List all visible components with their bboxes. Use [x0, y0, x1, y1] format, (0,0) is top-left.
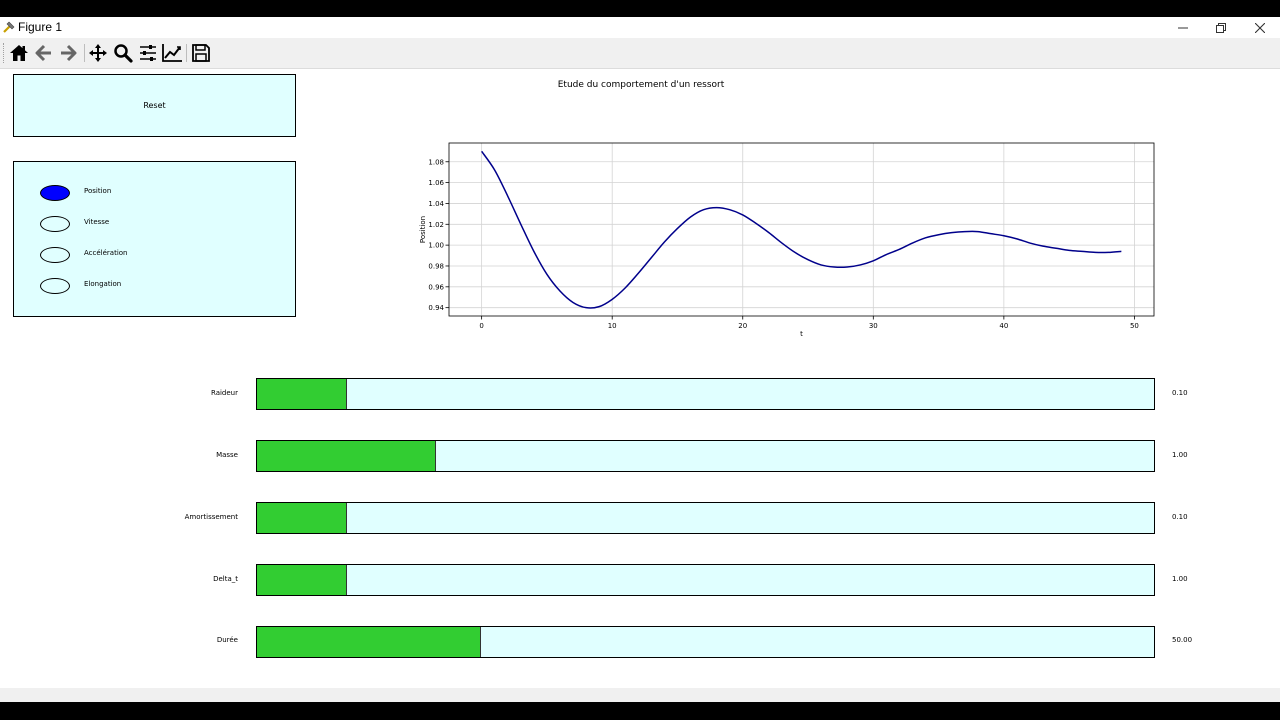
y-tick-label: 1.08 — [428, 158, 444, 166]
duree-slider[interactable] — [256, 626, 1155, 658]
home-button[interactable] — [8, 42, 30, 64]
line-chart-icon — [162, 44, 182, 62]
save-icon — [192, 44, 210, 62]
y-tick-label: 0.94 — [428, 304, 444, 312]
y-tick-label: 0.96 — [428, 283, 444, 291]
toolbar-separator — [186, 44, 187, 62]
x-tick-label: 40 — [999, 322, 1008, 330]
zoom-icon — [114, 44, 133, 63]
navigation-toolbar — [0, 38, 1280, 69]
restore-icon — [1216, 22, 1226, 33]
duree-value: 50.00 — [1172, 636, 1193, 644]
amortissement-slider-fill — [257, 503, 347, 533]
window-title: Figure 1 — [18, 20, 63, 34]
x-tick-label: 50 — [1130, 322, 1139, 330]
home-icon — [10, 45, 28, 61]
y-tick-label: 1.06 — [428, 179, 444, 187]
close-icon — [1255, 22, 1265, 33]
configure-subplots-button[interactable] — [137, 42, 159, 64]
save-button[interactable] — [190, 42, 212, 64]
masse-slider[interactable] — [256, 440, 1155, 472]
pan-button[interactable] — [87, 42, 109, 64]
toolbar-separator — [84, 44, 85, 62]
slider-label-amortissement: Amortissement — [184, 513, 238, 521]
chart-grid — [449, 143, 1154, 316]
y-tick-label: 1.00 — [428, 242, 444, 250]
x-tick-label: 30 — [869, 322, 878, 330]
status-bar — [0, 688, 1280, 702]
window-titlebar: Figure 1 — [0, 17, 1280, 38]
sliders-icon — [140, 45, 156, 61]
duree-slider-fill — [257, 627, 481, 657]
raideur-slider[interactable] — [256, 378, 1155, 410]
amortissement-value: 0.10 — [1172, 513, 1188, 521]
slider-label-duree: Durée — [216, 636, 238, 644]
x-tick-label: 20 — [738, 322, 747, 330]
x-tick-label: 10 — [608, 322, 617, 330]
screen-bottom-bar — [0, 702, 1280, 720]
position-chart: 0 10 20 30 40 50 0.94 0.96 0.98 1.00 1.02 1.04 1.06 1… — [419, 142, 1155, 338]
y-tick-label: 0.98 — [428, 262, 444, 270]
y-axis-label: Position — [419, 216, 427, 243]
edit-axes-button[interactable] — [161, 42, 183, 64]
move-icon — [89, 44, 107, 62]
masse-slider-fill — [257, 441, 436, 471]
back-button[interactable] — [33, 42, 55, 64]
app-icon — [3, 21, 15, 33]
arrow-left-icon — [35, 44, 51, 62]
x-tick-label: 0 — [479, 322, 483, 330]
screen-top-bar — [0, 0, 1280, 17]
slider-label-delta-t: Delta_t — [213, 575, 238, 583]
y-tick-label: 1.04 — [428, 200, 444, 208]
raideur-slider-fill — [257, 379, 347, 409]
delta-t-value: 1.00 — [1172, 575, 1188, 583]
position-series-line — [481, 150, 1122, 309]
y-tick-label: 1.02 — [428, 221, 444, 229]
delta-t-slider[interactable] — [256, 564, 1155, 596]
amortissement-slider[interactable] — [256, 502, 1155, 534]
figure-canvas: Reset Position Vitesse Accélération Elon… — [0, 69, 1280, 688]
forward-button[interactable] — [57, 42, 79, 64]
x-axis-label: t — [800, 330, 803, 338]
delta-t-slider-fill — [257, 565, 347, 595]
masse-value: 1.00 — [1172, 451, 1188, 459]
arrow-right-icon — [61, 44, 77, 62]
minimize-icon — [1178, 27, 1188, 28]
slider-label-masse: Masse — [216, 451, 238, 459]
close-button[interactable] — [1237, 17, 1280, 38]
slider-label-raideur: Raideur — [210, 389, 238, 397]
raideur-value: 0.10 — [1172, 389, 1188, 397]
chart-axes-frame — [448, 142, 1155, 317]
zoom-button[interactable] — [112, 42, 134, 64]
toolbar-grip[interactable] — [3, 43, 5, 63]
